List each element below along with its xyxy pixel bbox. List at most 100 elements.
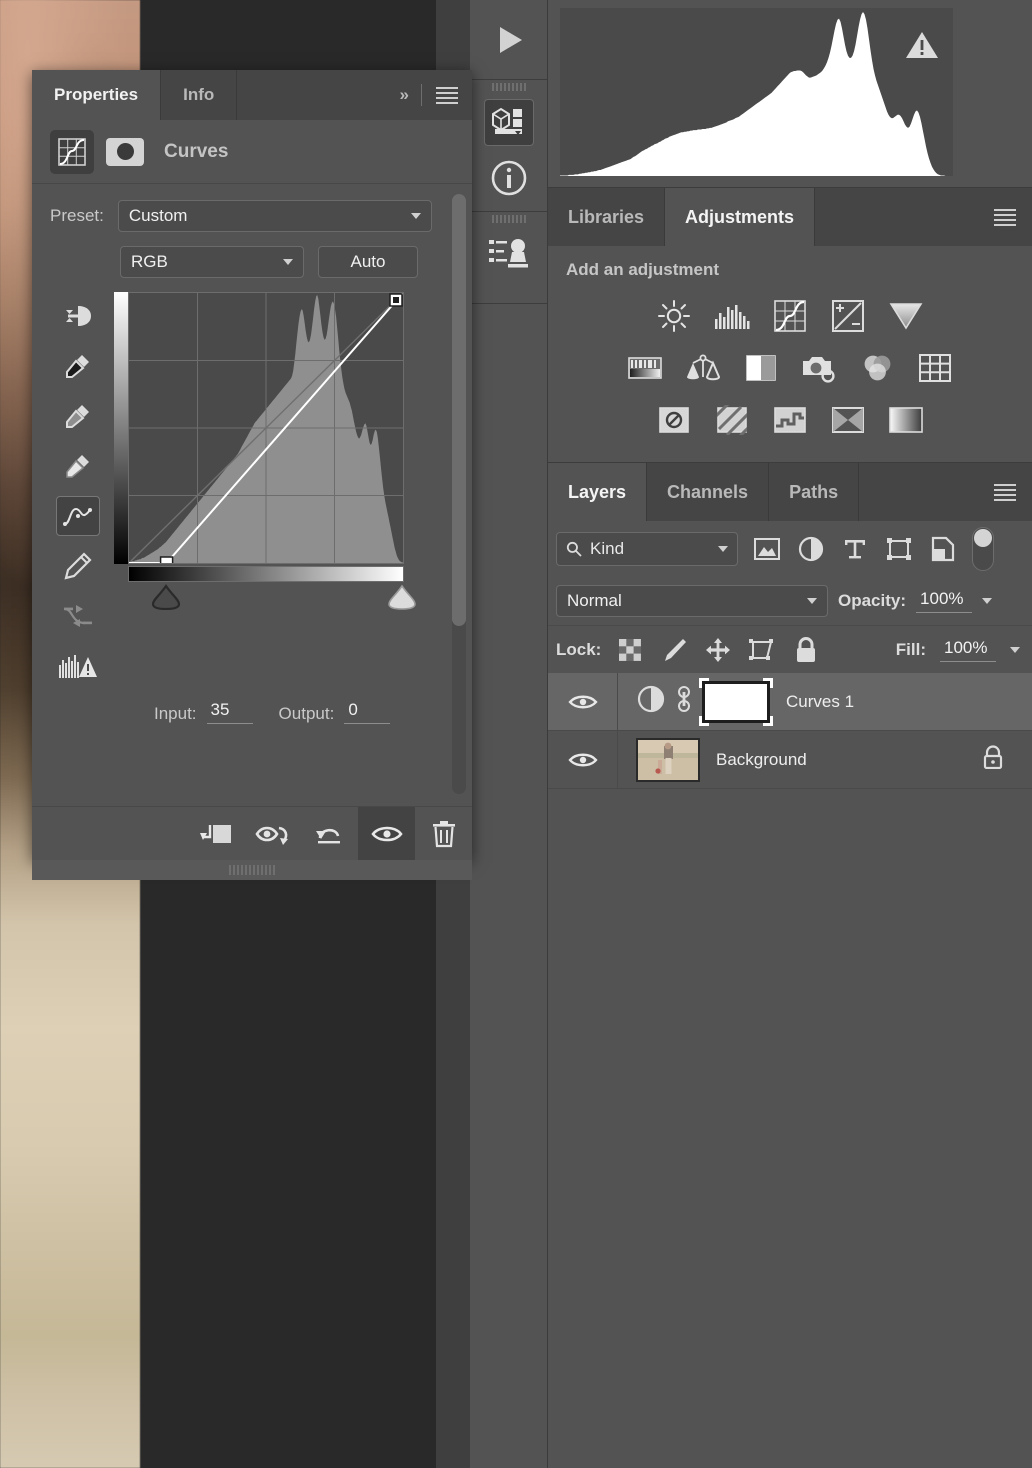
curves-icon[interactable]	[766, 295, 814, 337]
pencil-draw-curve-icon[interactable]	[56, 546, 100, 586]
input-value-field[interactable]: 35	[206, 700, 253, 724]
tab-channels[interactable]: Channels	[647, 463, 770, 521]
filter-shape-layers-icon[interactable]	[884, 537, 914, 561]
properties-tabbar-spacer: »	[237, 70, 472, 120]
adjustments-tabbar-spacer	[815, 188, 1032, 246]
clip-to-layer-button[interactable]	[187, 807, 244, 861]
histogram-warning-icon[interactable]	[56, 646, 100, 686]
photo-filter-icon[interactable]	[795, 347, 843, 389]
curve-grid[interactable]	[128, 292, 404, 564]
color-lookup-icon[interactable]	[911, 347, 959, 389]
selective-color-icon[interactable]	[824, 399, 872, 441]
reset-icon	[315, 828, 340, 843]
layer-row-background[interactable]: Background	[618, 731, 1032, 789]
view-previous-state-icon	[254, 826, 288, 845]
play-action-button[interactable]	[470, 0, 547, 80]
adjustments-heading: Add an adjustment	[566, 260, 720, 279]
tab-layers[interactable]: Layers	[548, 463, 648, 521]
page-title: Curves	[164, 140, 229, 162]
layer-visibility-toggle-background[interactable]	[548, 730, 618, 789]
white-point-slider[interactable]	[385, 584, 419, 610]
on-image-adjustment-icon[interactable]	[56, 296, 100, 336]
fill-chevron-down-icon[interactable]	[1010, 646, 1020, 653]
posterize-icon[interactable]	[708, 399, 756, 441]
layer-mask-thumbnail-icon[interactable]	[106, 137, 144, 166]
filter-pixel-layers-icon[interactable]	[752, 538, 782, 560]
histogram-cached-warning-icon[interactable]	[905, 30, 939, 65]
channel-select[interactable]: RGB	[120, 246, 304, 278]
fill-value-field[interactable]: 100%	[940, 638, 996, 662]
chevron-down-icon	[807, 598, 817, 604]
libraries-3d-button[interactable]	[470, 94, 547, 150]
channel-mixer-icon[interactable]	[853, 347, 901, 389]
clone-source-button[interactable]	[470, 226, 547, 282]
properties-resize-grip[interactable]	[32, 860, 472, 880]
exposure-icon[interactable]	[824, 295, 872, 337]
layer-filter-kind-select[interactable]: Kind	[556, 532, 738, 566]
color-balance-icon[interactable]	[679, 347, 727, 389]
blend-mode-select[interactable]: Normal	[556, 585, 828, 617]
layer-row-curves[interactable]: Curves 1	[618, 673, 1032, 731]
table-row[interactable]: Curves 1	[548, 672, 1032, 731]
lock-artboard-nesting-icon[interactable]	[747, 638, 777, 662]
levels-icon[interactable]	[708, 295, 756, 337]
table-row[interactable]: Background	[548, 730, 1032, 789]
layer-visibility-toggle-curves[interactable]	[548, 672, 618, 731]
invert-icon[interactable]	[650, 399, 698, 441]
properties-menu-icon[interactable]	[436, 86, 458, 104]
delete-adjustment-layer-button[interactable]	[415, 807, 472, 861]
layers-menu-icon[interactable]	[994, 483, 1016, 501]
filter-type-layers-icon[interactable]	[840, 537, 870, 561]
input-label: Input:	[154, 704, 197, 723]
adjustment-thumbnail-icon[interactable]	[636, 684, 666, 719]
adjustments-tab-bar: Libraries Adjustments	[548, 188, 1032, 246]
lock-all-icon[interactable]	[791, 636, 821, 663]
hue-saturation-icon[interactable]	[621, 347, 669, 389]
properties-scrollbar-thumb[interactable]	[452, 194, 466, 626]
filter-adjustment-layers-icon[interactable]	[796, 536, 826, 562]
opacity-chevron-down-icon[interactable]	[982, 598, 993, 604]
dock-group-libraries	[470, 80, 547, 212]
view-previous-state-button[interactable]	[244, 807, 301, 861]
smooth-curve-icon[interactable]	[56, 596, 100, 636]
properties-scrollbar[interactable]	[452, 194, 466, 794]
black-point-slider[interactable]	[149, 584, 183, 610]
gray-point-eyedropper-icon[interactable]	[56, 396, 100, 436]
tab-paths[interactable]: Paths	[769, 463, 860, 521]
black-and-white-icon[interactable]	[737, 347, 785, 389]
layer-mask-thumbnail[interactable]	[699, 677, 773, 726]
tab-libraries[interactable]: Libraries	[548, 188, 666, 246]
info-button[interactable]	[470, 150, 547, 206]
mask-link-icon[interactable]	[676, 685, 692, 718]
black-point-eyedropper-icon[interactable]	[56, 346, 100, 386]
lock-row: Lock: Fill: 100%	[548, 625, 1032, 673]
edit-points-curve-icon[interactable]	[56, 496, 100, 536]
tab-adjustments[interactable]: Adjustments	[665, 188, 816, 246]
filter-enable-toggle[interactable]	[972, 527, 994, 571]
dock-grip-handle[interactable]	[470, 80, 547, 94]
threshold-icon[interactable]	[766, 399, 814, 441]
gradient-map-icon[interactable]	[882, 399, 930, 441]
lock-image-pixels-icon[interactable]	[659, 637, 689, 663]
tab-info[interactable]: Info	[161, 70, 238, 120]
tab-properties[interactable]: Properties	[32, 70, 162, 120]
auto-button[interactable]: Auto	[318, 246, 418, 278]
output-value-field[interactable]: 0	[344, 700, 391, 724]
toggle-layer-visibility-button[interactable]	[358, 806, 415, 861]
vibrance-icon[interactable]	[882, 295, 930, 337]
lock-position-icon[interactable]	[703, 637, 733, 663]
adjustments-menu-icon[interactable]	[994, 208, 1016, 226]
dock-grip-handle-2[interactable]	[470, 212, 547, 226]
white-point-eyedropper-icon[interactable]	[56, 446, 100, 486]
opacity-value-field[interactable]: 100%	[916, 589, 973, 613]
expand-chevrons-icon[interactable]: »	[400, 85, 410, 105]
reset-adjustment-button[interactable]	[301, 807, 358, 861]
layer-thumbnail-background[interactable]	[636, 737, 700, 782]
lock-transparent-pixels-icon[interactable]	[615, 638, 645, 662]
brightness-contrast-icon[interactable]	[650, 295, 698, 337]
adjustments-panel: Libraries Adjustments Add an adjustment	[548, 188, 1032, 463]
filter-smart-object-icon[interactable]	[928, 536, 958, 562]
preset-select[interactable]: Custom	[117, 200, 432, 232]
opacity-label: Opacity:	[838, 591, 907, 610]
play-icon	[499, 27, 522, 53]
